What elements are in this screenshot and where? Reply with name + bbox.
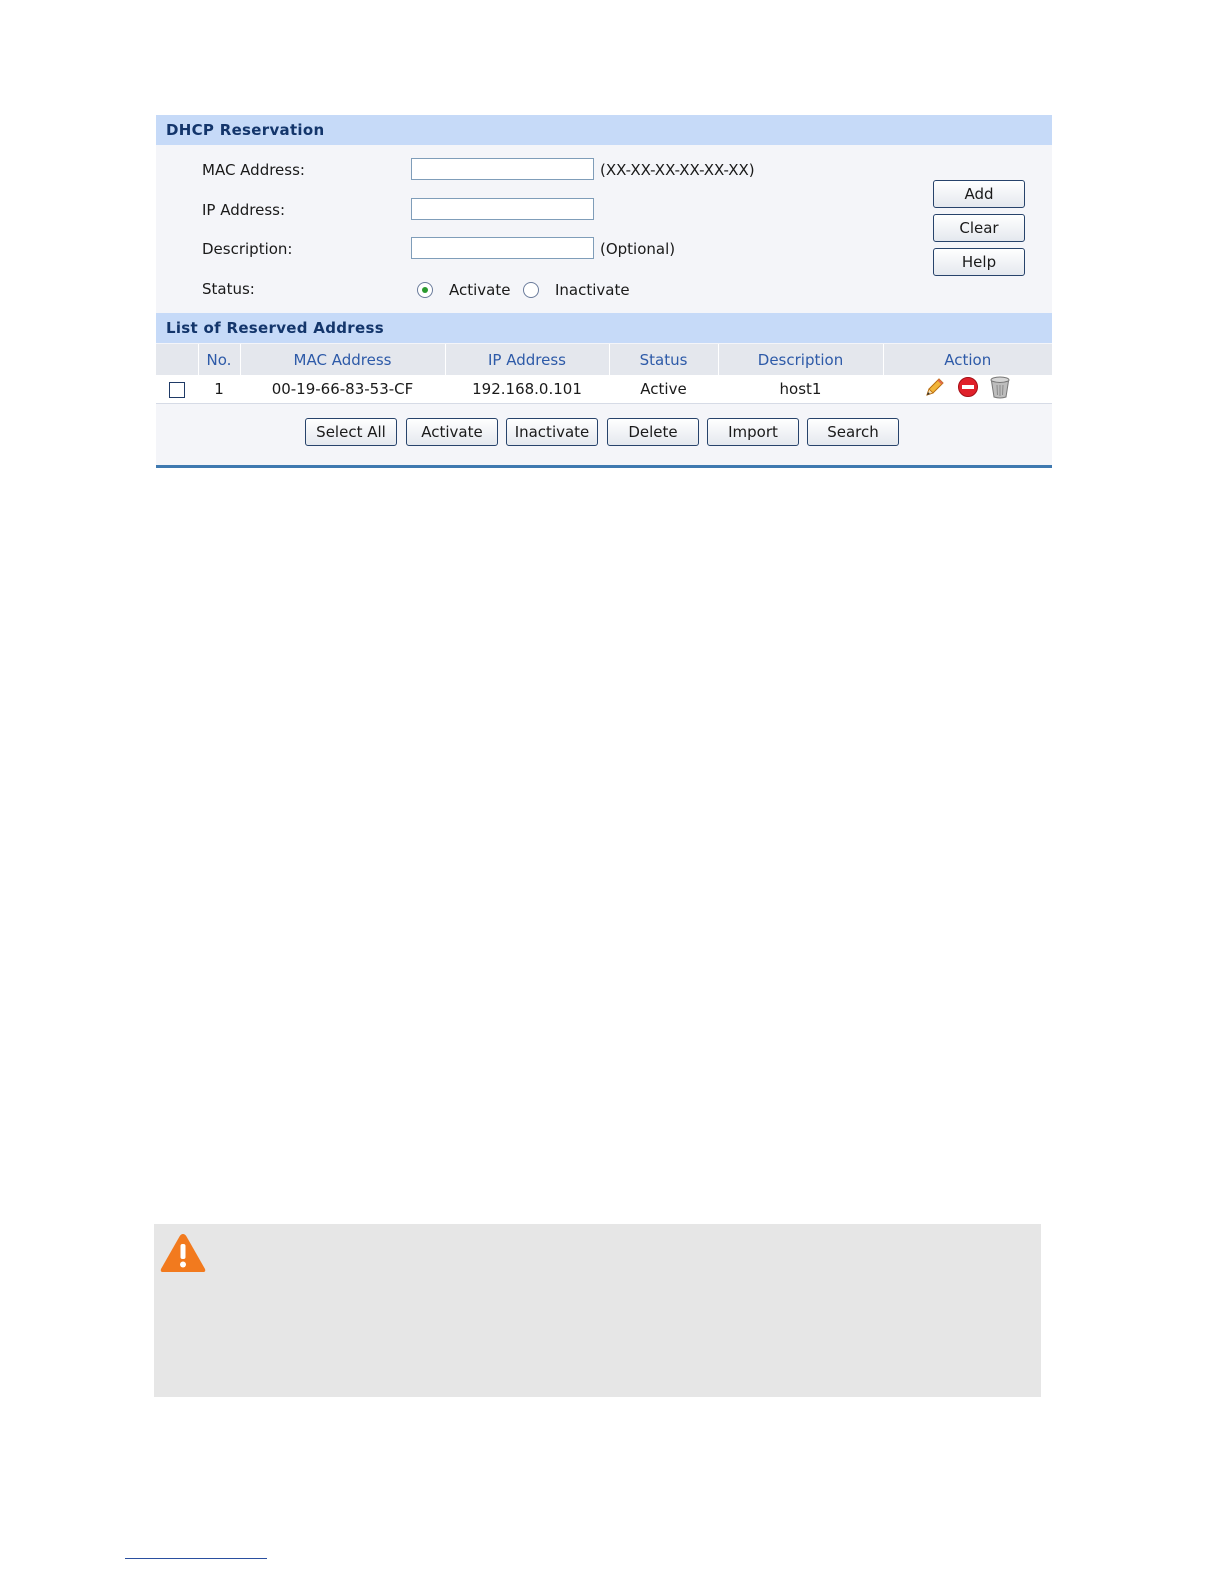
ip-address-label: IP Address: xyxy=(202,201,286,219)
import-button[interactable]: Import xyxy=(707,418,799,446)
search-button[interactable]: Search xyxy=(807,418,899,446)
deactivate-icon[interactable] xyxy=(957,376,979,402)
mac-address-label: MAC Address: xyxy=(202,161,305,179)
description-label: Description: xyxy=(202,240,293,258)
row-actions xyxy=(883,375,1052,404)
row-no: 1 xyxy=(198,375,240,404)
row-ip: 192.168.0.101 xyxy=(445,375,609,404)
column-header-description: Description xyxy=(718,344,884,375)
activate-button[interactable]: Activate xyxy=(406,418,498,446)
description-optional-hint: (Optional) xyxy=(600,240,676,258)
column-header-select xyxy=(156,344,199,375)
inactivate-button[interactable]: Inactivate xyxy=(506,418,598,446)
column-header-ip: IP Address xyxy=(445,344,610,375)
dhcp-reservation-title: DHCP Reservation xyxy=(156,115,1052,145)
note-box xyxy=(154,1224,1041,1397)
status-activate-radio[interactable] xyxy=(417,282,433,298)
delete-button[interactable]: Delete xyxy=(607,418,699,446)
column-header-mac: MAC Address xyxy=(240,344,446,375)
row-description: host1 xyxy=(718,375,883,404)
mac-format-hint: (XX-XX-XX-XX-XX-XX) xyxy=(600,161,755,179)
column-header-no: No. xyxy=(198,344,241,375)
row-checkbox[interactable] xyxy=(169,381,185,398)
radio-selected-dot xyxy=(422,287,428,293)
table-header-row: No. MAC Address IP Address Status Descri… xyxy=(156,344,1052,375)
clear-button[interactable]: Clear xyxy=(933,214,1025,242)
reserved-address-table: No. MAC Address IP Address Status Descri… xyxy=(156,344,1052,404)
warning-icon xyxy=(159,1232,207,1278)
add-button[interactable]: Add xyxy=(933,180,1025,208)
reserved-list-title: List of Reserved Address xyxy=(156,313,1052,343)
description-input[interactable] xyxy=(411,237,594,259)
status-inactivate-radio[interactable] xyxy=(523,282,539,298)
edit-pencil-icon[interactable] xyxy=(924,376,946,402)
status-label: Status: xyxy=(202,280,255,298)
row-select-cell xyxy=(156,375,198,404)
row-mac: 00-19-66-83-53-CF xyxy=(240,375,445,404)
table-row: 1 00-19-66-83-53-CF 192.168.0.101 Active… xyxy=(156,375,1052,404)
row-status: Active xyxy=(609,375,718,404)
mac-address-input[interactable] xyxy=(411,158,594,180)
status-inactivate-label: Inactivate xyxy=(555,281,630,299)
delete-trash-icon[interactable] xyxy=(989,375,1011,403)
status-activate-label: Activate xyxy=(449,281,511,299)
dhcp-reservation-panel: DHCP Reservation MAC Address: (XX-XX-XX-… xyxy=(156,115,1052,468)
ip-address-input[interactable] xyxy=(411,198,594,220)
help-button[interactable]: Help xyxy=(933,248,1025,276)
column-header-action: Action xyxy=(883,344,1052,375)
footer-divider xyxy=(125,1558,267,1559)
select-all-button[interactable]: Select All xyxy=(305,418,397,446)
column-header-status: Status xyxy=(609,344,719,375)
